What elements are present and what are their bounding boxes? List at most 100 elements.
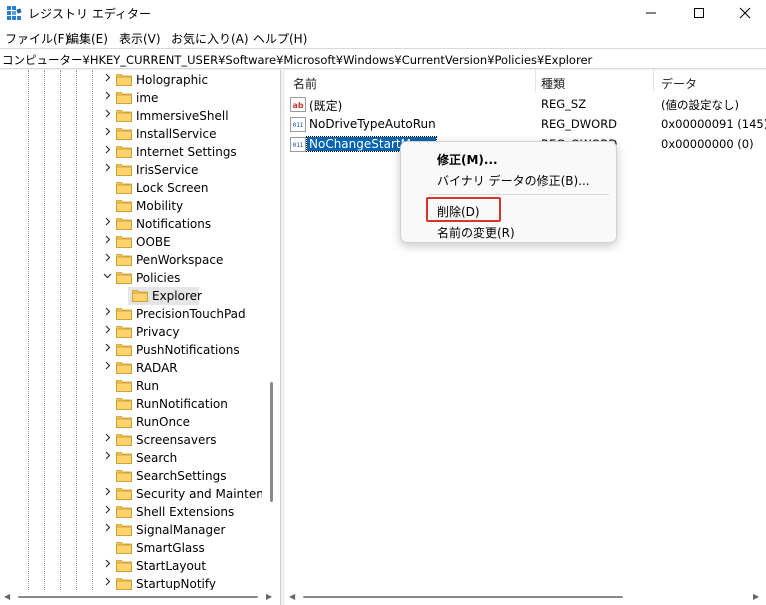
tree-item[interactable]: PenWorkspace [0,251,262,269]
tree-item-label: OOBE [136,235,171,249]
chevron-right-icon[interactable] [100,360,114,376]
menu-view[interactable]: 表示(V) [119,30,161,47]
context-item-delete[interactable]: 削除(D) [437,203,480,220]
tree-item-label: RunOnce [136,415,191,429]
maximize-button[interactable] [676,0,722,26]
context-item-modify[interactable]: 修正(M)... [437,151,498,168]
folder-icon [116,541,132,554]
context-item-rename[interactable]: 名前の変更(R) [437,224,515,241]
menu-edit[interactable]: 編集(E) [67,30,108,47]
chevron-right-icon[interactable] [100,504,114,520]
folder-icon [116,433,132,446]
close-button[interactable] [722,0,766,26]
chevron-right-icon[interactable] [100,72,114,88]
folder-icon [116,253,132,266]
tree-item[interactable]: Search [0,449,262,467]
tree-horizontal-scrollbar[interactable]: ◀ ▶ [0,590,280,605]
value-row[interactable]: 011 NoDriveTypeAutoRun REG_DWORD 0x00000… [285,114,766,134]
tree-item[interactable]: StartLayout [0,557,262,575]
tree-item[interactable]: Internet Settings [0,143,262,161]
chevron-down-icon[interactable] [100,270,114,286]
tree-item[interactable]: ime [0,89,262,107]
tree-horizontal-scroll-thumb[interactable] [18,596,258,598]
tree-item[interactable]: Privacy [0,323,262,341]
scroll-left-icon[interactable]: ◀ [4,592,10,601]
tree-item[interactable]: PushNotifications [0,341,262,359]
scroll-right-icon[interactable]: ▶ [753,592,759,601]
chevron-right-icon[interactable] [100,90,114,106]
context-item-modify-binary[interactable]: バイナリ データの修正(B)... [437,172,590,189]
tree-item-label: Privacy [136,325,180,339]
tree-item[interactable]: Security and Maintenan [0,485,279,503]
address-bar[interactable]: コンピューター¥HKEY_CURRENT_USER¥Software¥Micro… [0,48,766,69]
chevron-right-icon[interactable] [100,486,114,502]
column-separator[interactable] [653,70,654,92]
column-separator[interactable] [535,70,536,92]
chevron-right-icon[interactable] [100,450,114,466]
tree-item[interactable]: OOBE [0,233,262,251]
value-type: REG_DWORD [541,117,618,131]
chevron-right-icon[interactable] [100,306,114,322]
tree-item[interactable]: Screensavers [0,431,262,449]
tree-item-label: Run [136,379,160,393]
scroll-right-icon[interactable]: ▶ [266,592,272,601]
close-icon [739,7,751,19]
tree-item-label: StartLayout [136,559,207,573]
chevron-right-icon[interactable] [100,324,114,340]
tree-item-label: RADAR [136,361,178,375]
tree-item[interactable]: InstallService [0,125,262,143]
value-row[interactable]: ab (既定) REG_SZ (値の設定なし) [285,94,766,114]
menu-file[interactable]: ファイル(F) [5,30,69,47]
chevron-right-icon[interactable] [100,162,114,178]
tree-item[interactable]: Mobility [0,197,262,215]
chevron-right-icon[interactable] [100,342,114,358]
folder-icon [116,163,132,176]
tree-item-label: PushNotifications [136,343,240,357]
context-menu-separator [429,194,609,195]
tree-item[interactable]: SmartGlass [0,539,262,557]
tree-vertical-scrollbar[interactable] [262,70,280,590]
menu-favorites[interactable]: お気に入り(A) [171,30,249,47]
menu-help[interactable]: ヘルプ(H) [253,30,307,47]
chevron-right-icon[interactable] [100,126,114,142]
chevron-right-icon[interactable] [100,432,114,448]
tree-item[interactable]: RunOnce [0,413,262,431]
tree-item[interactable]: Holographic [0,71,262,89]
tree-item[interactable]: RunNotification [0,395,262,413]
folder-icon [116,217,132,230]
chevron-right-icon[interactable] [100,108,114,124]
chevron-right-icon[interactable] [100,252,114,268]
tree-item[interactable]: Policies [0,269,262,287]
list-horizontal-scroll-thumb[interactable] [303,596,623,598]
folder-icon [116,199,132,212]
folder-icon [116,91,132,104]
tree-item-selected[interactable]: Explorer [0,287,262,305]
chevron-right-icon[interactable] [100,234,114,250]
tree-item-label: Screensavers [136,433,217,447]
scroll-left-icon[interactable]: ◀ [289,592,295,601]
column-header-name[interactable]: 名前 [293,75,317,92]
tree-item[interactable]: SignalManager [0,521,262,539]
tree-item[interactable]: Shell Extensions [0,503,262,521]
column-header-data[interactable]: データ [661,75,697,92]
tree-item[interactable]: Notifications [0,215,262,233]
chevron-right-icon[interactable] [100,144,114,160]
column-header-type[interactable]: 種類 [541,75,565,92]
tree-item[interactable]: ImmersiveShell [0,107,262,125]
list-horizontal-scrollbar[interactable]: ◀ ▶ [285,590,766,605]
chevron-right-icon[interactable] [100,558,114,574]
tree-item-label: IrisService [136,163,199,177]
tree-item[interactable]: PrecisionTouchPad [0,305,262,323]
key-tree-pane: Holographic ime ImmersiveShell InstallServi… [0,70,281,605]
tree-item[interactable]: Run [0,377,262,395]
folder-icon [116,73,132,86]
tree-item[interactable]: RADAR [0,359,262,377]
tree-item-label: PenWorkspace [136,253,224,267]
chevron-right-icon[interactable] [100,522,114,538]
chevron-right-icon[interactable] [100,216,114,232]
tree-item[interactable]: SearchSettings [0,467,262,485]
tree-item[interactable]: IrisService [0,161,262,179]
minimize-button[interactable] [628,0,674,26]
tree-item[interactable]: Lock Screen [0,179,262,197]
tree-vertical-scroll-thumb[interactable] [270,382,273,502]
